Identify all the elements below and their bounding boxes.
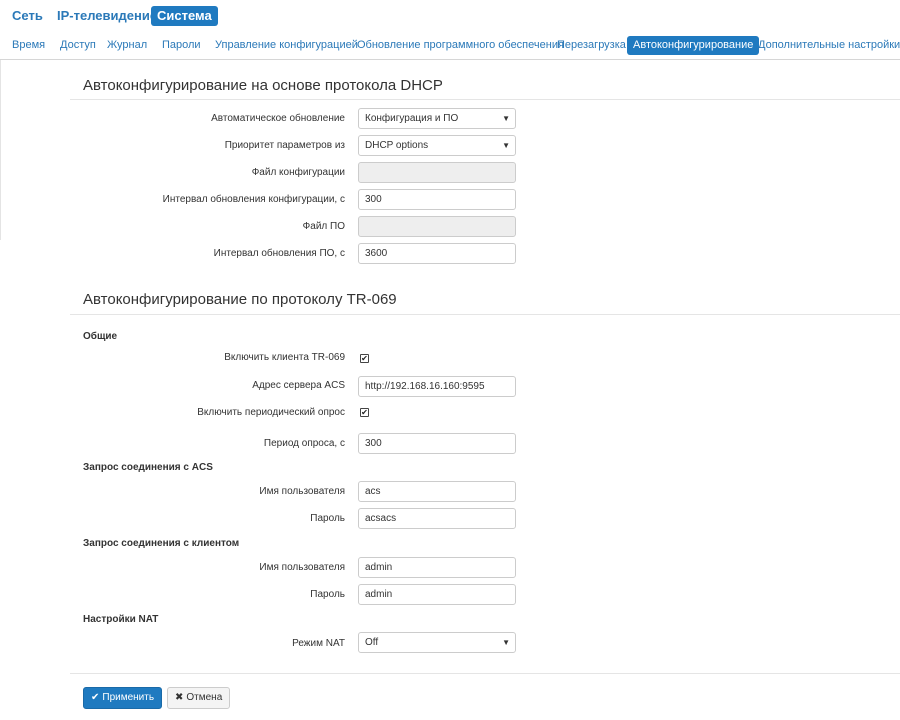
check-icon: ✔ [91,692,100,703]
config-file-label: Файл конфигурации [251,167,345,178]
checkmark-icon: ✔ [361,408,368,417]
priority-select[interactable]: DHCP options ▼ [358,135,516,156]
caret-down-icon: ▼ [502,114,510,123]
acs-password-label: Пароль [310,513,345,524]
nat-mode-value: Off [365,637,379,648]
tab-config-management[interactable]: Управление конфигурацией [209,36,364,55]
tab-autoconfig[interactable]: Автоконфигурирование [627,36,760,55]
acs-username-label: Имя пользователя [259,486,345,497]
tab-reboot[interactable]: Перезагрузка [551,36,632,55]
checkmark-icon: ✔ [361,354,368,363]
close-icon: ✖ [175,692,184,703]
tab-time[interactable]: Время [6,36,51,55]
topnav-item-network[interactable]: Сеть [6,6,49,26]
cancel-button-label: Отмена [186,692,223,703]
auto-update-label: Автоматическое обновление [211,113,345,124]
acs-username-field[interactable]: acs [358,481,516,502]
acs-address-field[interactable]: http://192.168.16.160:9595 [358,376,516,397]
fw-interval-label: Интервал обновления ПО, с [213,248,345,259]
auto-update-value: Конфигурация и ПО [365,113,459,124]
client-username-label: Имя пользователя [259,562,345,573]
period-label: Период опроса, с [263,438,345,449]
tr069-section-title: Автоконфигурирование по протоколу TR-069 [83,291,397,308]
priority-label: Приоритет параметров из [224,140,345,151]
top-navigation: Сеть IP-телевидение Система [0,0,900,30]
left-border [0,60,1,240]
caret-down-icon: ▼ [502,638,510,647]
enable-client-label: Включить клиента TR-069 [224,352,345,363]
topnav-item-iptv[interactable]: IP-телевидение [51,6,163,26]
cancel-button[interactable]: ✖ Отмена [167,687,231,709]
footer-divider [70,673,900,674]
fw-interval-field[interactable]: 3600 [358,243,516,264]
nat-mode-label: Режим NAT [292,638,345,649]
dhcp-section-divider [70,99,900,100]
fw-file-field [358,216,516,237]
acs-request-group-title: Запрос соединения с ACS [83,462,213,473]
topnav-item-system[interactable]: Система [151,6,218,26]
nav-divider [0,59,900,60]
tab-passwords[interactable]: Пароли [156,36,207,55]
tab-additional-settings[interactable]: Дополнительные настройки [752,36,900,55]
nat-group-title: Настройки NAT [83,614,159,625]
period-field[interactable]: 300 [358,433,516,454]
config-interval-label: Интервал обновления конфигурации, с [162,194,345,205]
auto-update-select[interactable]: Конфигурация и ПО ▼ [358,108,516,129]
client-request-group-title: Запрос соединения с клиентом [83,538,240,549]
fw-file-label: Файл ПО [302,221,345,232]
client-username-field[interactable]: admin [358,557,516,578]
sub-navigation: Время Доступ Журнал Пароли Управление ко… [0,34,900,56]
client-password-label: Пароль [310,589,345,600]
client-password-field[interactable]: admin [358,584,516,605]
tab-log[interactable]: Журнал [101,36,153,55]
priority-value: DHCP options [365,140,429,151]
config-interval-field[interactable]: 300 [358,189,516,210]
caret-down-icon: ▼ [502,141,510,150]
config-file-field [358,162,516,183]
apply-button-label: Применить [102,692,155,703]
acs-address-label: Адрес сервера ACS [252,380,345,391]
enable-client-checkbox[interactable]: ✔ [360,354,369,363]
tr069-section-divider [70,314,900,315]
tab-access[interactable]: Доступ [54,36,102,55]
nat-mode-select[interactable]: Off ▼ [358,632,516,653]
enable-periodic-checkbox[interactable]: ✔ [360,408,369,417]
enable-periodic-label: Включить периодический опрос [197,407,345,418]
dhcp-section-title: Автоконфигурирование на основе протокола… [83,77,443,94]
apply-button[interactable]: ✔ Применить [83,687,163,709]
general-group-title: Общие [83,331,118,342]
tab-firmware-update[interactable]: Обновление программного обеспечения [351,36,570,55]
acs-password-field[interactable]: acsacs [358,508,516,529]
